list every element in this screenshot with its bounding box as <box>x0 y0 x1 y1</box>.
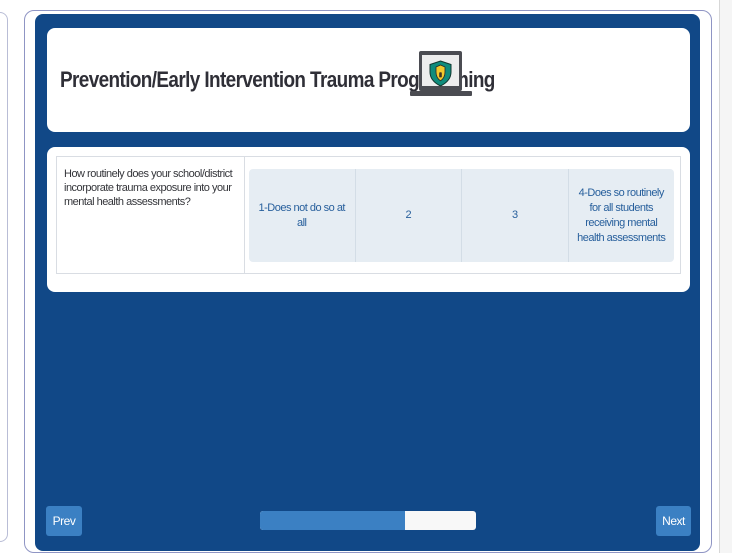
question-card: How routinely does your school/district … <box>47 147 690 292</box>
option-2[interactable]: 2 <box>356 169 462 262</box>
option-4[interactable]: 4-Does so routinely for all students rec… <box>569 169 675 262</box>
previous-card-edge <box>0 12 8 542</box>
survey-panel: Prevention/Early Intervention Trauma Pro… <box>35 14 700 551</box>
likert-question: How routinely does your school/district … <box>56 156 681 274</box>
progress-fill <box>260 511 405 530</box>
option-3[interactable]: 3 <box>462 169 569 262</box>
laptop-shield-icon <box>410 51 472 96</box>
next-button[interactable]: Next <box>656 506 691 536</box>
scrollbar[interactable] <box>719 0 732 553</box>
question-text: How routinely does your school/district … <box>57 157 245 273</box>
answer-options: 1-Does not do so at all 2 3 4-Does so ro… <box>249 169 674 262</box>
progress-bar <box>260 511 476 530</box>
title-card: Prevention/Early Intervention Trauma Pro… <box>47 28 690 132</box>
prev-button[interactable]: Prev <box>46 506 82 536</box>
option-1[interactable]: 1-Does not do so at all <box>249 169 356 262</box>
